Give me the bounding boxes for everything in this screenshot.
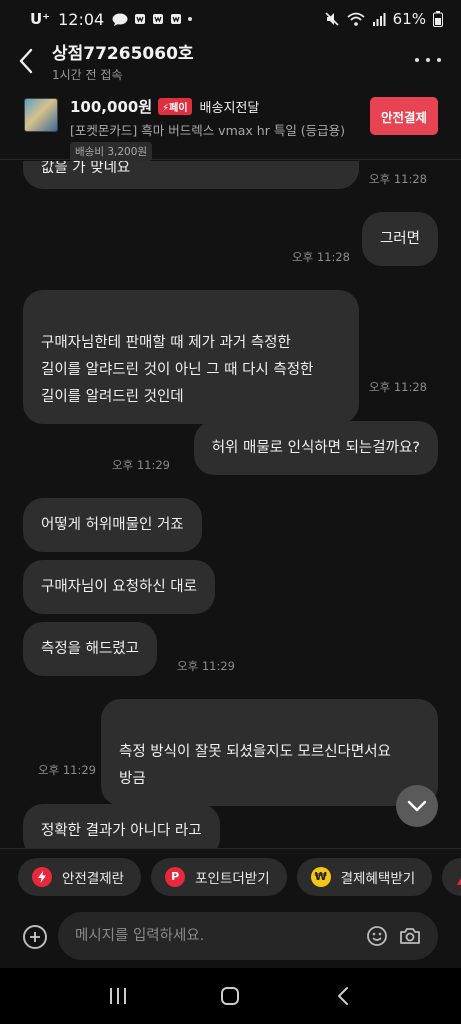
message-text: 어떻게 허위매물인 거죠 — [41, 516, 184, 533]
more-dot-icon — [415, 58, 419, 62]
more-options-button[interactable] — [415, 50, 441, 70]
message-bubble-outgoing[interactable]: 그러면 — [361, 212, 438, 266]
chip-report[interactable] — [442, 857, 461, 896]
mute-icon — [325, 12, 339, 26]
message-bubble-incoming[interactable]: 정확한 결과가 아니다 라고 — [23, 804, 220, 848]
more-dot-icon — [426, 58, 430, 62]
battery-percent: 61% — [392, 10, 426, 28]
emoji-icon[interactable] — [366, 925, 388, 947]
chat-messages[interactable]: 값을 가 맞네요 오후 11:28 그러면 오후 11:28 구매자님한테 판매… — [0, 161, 461, 848]
warning-icon — [457, 877, 461, 885]
recent-apps-icon — [110, 988, 127, 1004]
message-bubble-incoming[interactable]: 구매자님이 요청하신 대로 — [23, 560, 215, 614]
chip-get-points[interactable]: P 포인트더받기 — [151, 857, 287, 896]
system-nav-bar — [0, 968, 461, 1024]
more-notifications-dot — [188, 17, 193, 21]
shipping-fee-badge: 배송비 3,200원 — [70, 142, 153, 161]
message-text: 측정을 해드렸고 — [41, 640, 139, 657]
product-price: 100,000원 — [70, 98, 153, 116]
app-notif-icon — [153, 14, 164, 24]
message-bubble-outgoing[interactable]: 측정 방식이 잘못 되셨을지도 모르신다면서요 방금 — [101, 699, 438, 806]
chevron-down-icon — [407, 800, 427, 812]
message-time: 오후 11:28 — [369, 380, 427, 394]
shipping-status: 배송지전달 — [199, 101, 260, 116]
seller-name[interactable]: 상점77265060호 — [52, 39, 194, 64]
chip-label: 포인트더받기 — [195, 870, 270, 887]
scroll-to-bottom-button[interactable] — [396, 785, 438, 827]
pay-badge: ⚡페이 — [158, 98, 192, 115]
add-attachment-button[interactable] — [23, 925, 47, 949]
quick-actions: 안전결제란 P 포인트더받기 ₩ 결제혜택받기 — [0, 848, 461, 904]
recent-apps-button[interactable] — [98, 976, 138, 1016]
message-text: 그러면 — [379, 230, 420, 247]
message-bubble-incoming[interactable]: 값을 가 맞네요 — [23, 161, 359, 189]
message-text: 측정 방식이 잘못 되셨을지도 모르신다면서요 방금 — [119, 744, 391, 787]
product-summary[interactable]: 100,000원 ⚡페이 배송지전달 [포켓몬카드] 흑마 버드렉스 vmax … — [0, 88, 461, 161]
battery-icon — [433, 11, 443, 27]
message-bubble-incoming[interactable]: 구매자님한테 판매할 때 제가 과거 측정한 길이를 알랴드린 것이 아닌 그 … — [23, 290, 359, 424]
chat-bubble-icon — [112, 13, 128, 26]
chat-header: 상점77265060호 1시간 전 접속 — [0, 38, 461, 84]
message-bubble-incoming[interactable]: 어떻게 허위매물인 거죠 — [23, 498, 202, 552]
wifi-icon — [347, 12, 365, 26]
message-text: 값을 가 맞네요 — [41, 161, 131, 176]
won-coin-icon: ₩ — [310, 866, 331, 887]
carrier-label: U⁺ — [30, 10, 51, 28]
bolt-icon — [32, 866, 52, 887]
status-bar: U⁺ 12:04 61% — [0, 0, 461, 38]
message-text: 허위 매물로 인식하면 되는걸까요? — [211, 439, 420, 456]
back-nav-button[interactable] — [323, 976, 363, 1016]
message-text: 구매자님이 요청하신 대로 — [41, 578, 197, 595]
chevron-left-icon — [19, 48, 33, 74]
chip-label: 결제혜택받기 — [340, 870, 416, 887]
last-seen: 1시간 전 접속 — [52, 68, 123, 82]
home-icon — [221, 987, 240, 1005]
message-time: 오후 11:29 — [112, 458, 170, 472]
home-button[interactable] — [210, 976, 250, 1016]
message-time: 오후 11:28 — [369, 172, 427, 186]
app-notif-icon — [171, 14, 182, 24]
app-notif-icon — [135, 14, 146, 24]
point-icon: P — [165, 866, 186, 887]
clock: 12:04 — [58, 9, 105, 29]
message-time: 오후 11:29 — [177, 659, 235, 673]
chip-payment-benefits[interactable]: ₩ 결제혜택받기 — [296, 857, 433, 896]
notification-icons — [112, 13, 193, 26]
message-bubble-outgoing[interactable]: 허위 매물로 인식하면 되는걸까요? — [193, 421, 438, 475]
back-arrow-icon — [337, 987, 348, 1005]
message-bubble-incoming[interactable]: 측정을 해드렸고 — [23, 622, 157, 676]
back-button[interactable] — [0, 38, 52, 84]
message-time: 오후 11:29 — [38, 763, 96, 777]
plus-icon — [30, 932, 40, 942]
signal-icon — [372, 13, 386, 26]
camera-icon[interactable] — [399, 925, 421, 947]
message-time: 오후 11:28 — [292, 250, 350, 264]
product-thumbnail — [24, 98, 58, 132]
message-text: 구매자님한테 판매할 때 제가 과거 측정한 길이를 알랴드린 것이 아닌 그 … — [41, 335, 314, 405]
chip-label: 안전결제란 — [62, 870, 125, 887]
message-composer — [0, 906, 461, 968]
more-dot-icon — [437, 58, 441, 62]
chip-safe-payment-info[interactable]: 안전결제란 — [18, 857, 142, 896]
message-text: 정확한 결과가 아니다 라고 — [41, 822, 202, 839]
safe-pay-button[interactable]: 안전결제 — [370, 97, 438, 135]
